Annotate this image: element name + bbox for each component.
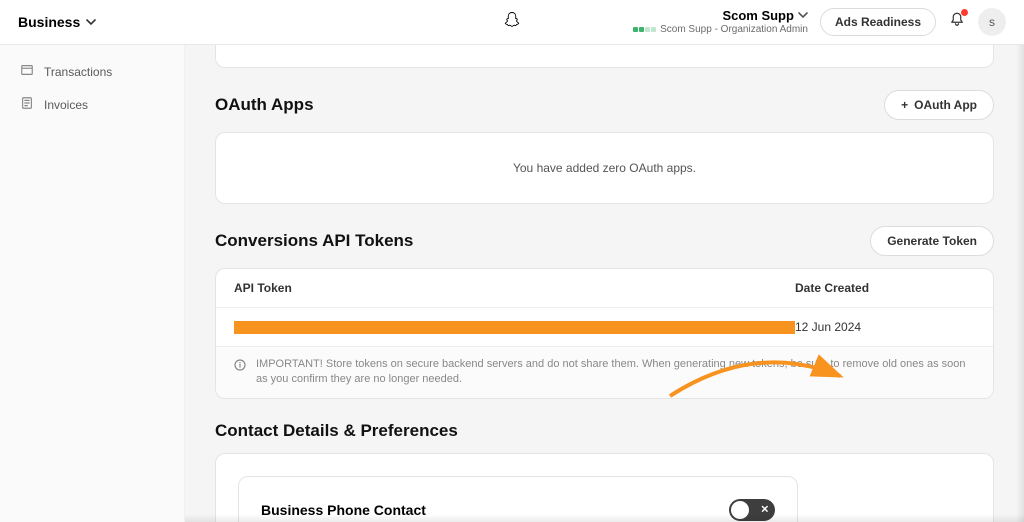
token-warning: IMPORTANT! Store tokens on secure backen… <box>216 347 993 398</box>
plus-icon: + <box>901 98 908 112</box>
main-content: row OAuth Apps + OAuth App You have adde… <box>185 45 1024 522</box>
chevron-down-icon <box>86 14 96 30</box>
sidebar: Transactions Invoices <box>0 45 185 522</box>
logo[interactable] <box>503 11 521 34</box>
token-redacted-bar <box>234 321 795 334</box>
col-header-token: API Token <box>234 281 795 295</box>
org-role: Scom Supp - Organization Admin <box>660 24 808 35</box>
sidebar-item-label: Invoices <box>44 98 88 112</box>
phone-contact-heading: Business Phone Contact <box>261 502 426 518</box>
notification-badge <box>961 9 968 16</box>
generate-token-button[interactable]: Generate Token <box>870 226 994 256</box>
org-selector[interactable]: Scom Supp Scom Supp - Organization Admin <box>633 9 808 34</box>
bell-icon <box>948 16 966 33</box>
topbar-right: Scom Supp Scom Supp - Organization Admin… <box>633 8 1006 36</box>
tokens-section-head: Conversions API Tokens Generate Token <box>215 226 994 256</box>
sidebar-item-transactions[interactable]: Transactions <box>0 55 184 88</box>
sidebar-item-invoices[interactable]: Invoices <box>0 88 184 121</box>
transactions-icon <box>20 63 34 80</box>
avatar[interactable]: s <box>978 8 1006 36</box>
add-oauth-app-button[interactable]: + OAuth App <box>884 90 994 120</box>
tokens-card: API Token Date Created 12 Jun 2024 IMPOR… <box>215 268 994 399</box>
info-icon <box>234 357 246 388</box>
section-title: Contact Details & Preferences <box>215 421 458 441</box>
toggle-off-icon: ✕ <box>761 504 769 515</box>
section-title: OAuth Apps <box>215 95 314 115</box>
org-name: Scom Supp <box>722 9 794 23</box>
contact-card-outer: Business Phone Contact ✕ Check this box … <box>215 453 994 522</box>
topbar: Business Scom Supp Scom Supp - Organizat… <box>0 0 1024 45</box>
ads-readiness-button[interactable]: Ads Readiness <box>820 8 936 36</box>
business-dropdown[interactable]: Business <box>18 14 96 30</box>
table-row: 12 Jun 2024 <box>216 308 993 347</box>
sidebar-item-label: Transactions <box>44 65 112 79</box>
business-label: Business <box>18 14 80 30</box>
status-indicator-icon <box>633 27 656 32</box>
contact-section-head: Contact Details & Preferences <box>215 421 994 441</box>
right-shadow <box>1016 45 1024 522</box>
section-title: Conversions API Tokens <box>215 231 413 251</box>
col-header-date: Date Created <box>795 281 935 295</box>
phone-contact-toggle[interactable]: ✕ <box>729 499 775 521</box>
chevron-down-icon <box>798 9 808 23</box>
token-date: 12 Jun 2024 <box>795 320 935 334</box>
table-header: API Token Date Created <box>216 269 993 308</box>
layout: Transactions Invoices row OAuth Apps + O… <box>0 45 1024 522</box>
toggle-knob <box>731 501 749 519</box>
snapchat-ghost-icon <box>503 16 521 33</box>
notifications-button[interactable] <box>948 11 966 34</box>
oauth-empty-text: You have added zero OAuth apps. <box>216 133 993 203</box>
oauth-card: You have added zero OAuth apps. <box>215 132 994 204</box>
partial-card-top: row <box>215 45 994 68</box>
oauth-section-head: OAuth Apps + OAuth App <box>215 90 994 120</box>
invoices-icon <box>20 96 34 113</box>
contact-inner-card: Business Phone Contact ✕ Check this box … <box>238 476 798 522</box>
